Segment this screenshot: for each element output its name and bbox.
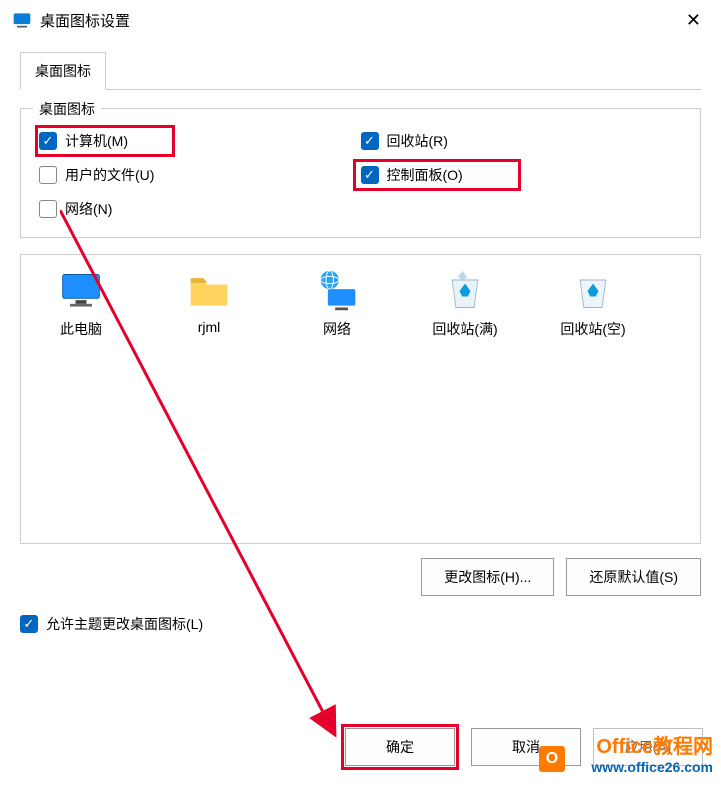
- check-icon: [39, 200, 57, 218]
- tab-strip: 桌面图标: [20, 52, 701, 90]
- highlight-ok: 确定: [341, 724, 459, 770]
- monitor-icon: [59, 269, 103, 313]
- app-icon: [12, 10, 32, 30]
- icon-label: rjml: [198, 319, 221, 335]
- icon-label: 此电脑: [60, 319, 102, 339]
- check-icon: [39, 166, 57, 184]
- recycle-empty-icon: [571, 269, 615, 313]
- icon-network[interactable]: 网络: [287, 269, 387, 339]
- highlight-computer: [35, 125, 175, 157]
- highlight-controlpanel: [353, 159, 521, 191]
- titlebar: 桌面图标设置 ✕: [0, 0, 721, 40]
- ok-button[interactable]: 确定: [345, 728, 455, 766]
- folder-icon: [187, 269, 231, 313]
- icon-label: 回收站(空): [560, 319, 625, 339]
- network-icon: [315, 269, 359, 313]
- check-icon: [20, 615, 38, 633]
- tab-desktop-icons[interactable]: 桌面图标: [20, 52, 106, 90]
- checkbox-userfiles[interactable]: 用户的文件(U): [39, 165, 361, 185]
- checkbox-recyclebin[interactable]: 回收站(R): [361, 131, 683, 151]
- window-title: 桌面图标设置: [40, 10, 678, 31]
- watermark: Office教程网 www.office26.com: [591, 735, 713, 776]
- icon-thispc[interactable]: 此电脑: [31, 269, 131, 339]
- checkbox-label: 回收站(R): [387, 131, 448, 151]
- icon-label: 网络: [323, 319, 351, 339]
- checkbox-network[interactable]: 网络(N): [39, 199, 361, 219]
- close-icon[interactable]: ✕: [678, 6, 709, 35]
- restore-default-button[interactable]: 还原默认值(S): [566, 558, 701, 596]
- group-legend: 桌面图标: [33, 99, 101, 119]
- change-icon-button[interactable]: 更改图标(H)...: [421, 558, 554, 596]
- watermark-line1: Office教程网: [591, 735, 713, 759]
- checkbox-label: 用户的文件(U): [65, 165, 154, 185]
- icon-label: 回收站(满): [432, 319, 497, 339]
- recycle-full-icon: [443, 269, 487, 313]
- icon-rjml[interactable]: rjml: [159, 269, 259, 335]
- icon-recycle-full[interactable]: 回收站(满): [415, 269, 515, 339]
- icon-preview-panel: 此电脑 rjml 网络 回收站(满) 回收站(空): [20, 254, 701, 544]
- watermark-line2: www.office26.com: [591, 759, 713, 776]
- icon-buttons-row: 更改图标(H)... 还原默认值(S): [20, 558, 701, 596]
- checkbox-label: 允许主题更改桌面图标(L): [46, 614, 203, 634]
- checkbox-allow-themes[interactable]: 允许主题更改桌面图标(L): [20, 614, 701, 634]
- desktop-icons-group: 桌面图标 计算机(M) 用户的文件(U) 网络(N): [20, 108, 701, 238]
- checkbox-label: 网络(N): [65, 199, 112, 219]
- icon-recycle-empty[interactable]: 回收站(空): [543, 269, 643, 339]
- check-icon: [361, 132, 379, 150]
- watermark-logo-icon: O: [539, 746, 565, 772]
